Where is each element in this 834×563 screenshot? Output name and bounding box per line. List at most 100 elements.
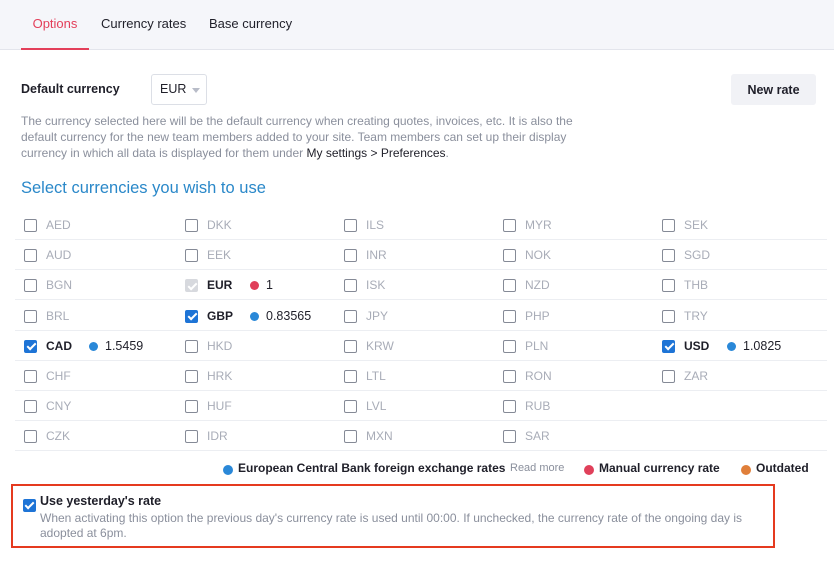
currency-checkbox-hkd[interactable] (185, 339, 198, 353)
currency-checkbox-eek[interactable] (185, 249, 198, 263)
currency-row: AUD EEK INR NOK SGD (15, 240, 827, 271)
currency-checkbox-myr[interactable] (503, 219, 516, 232)
currency-item-cad: CAD 1.5459 (15, 331, 170, 361)
currency-code: SEK (684, 218, 709, 232)
default-currency-description: The currency selected here will be the d… (21, 113, 611, 161)
tab-base-currency[interactable]: Base currency (209, 0, 292, 50)
currency-checkbox-mxn[interactable] (344, 430, 357, 444)
manual-dot-icon (584, 465, 594, 475)
currency-checkbox-pln[interactable] (503, 339, 516, 353)
currency-item-hkd: HKD (176, 331, 331, 361)
currency-checkbox-sgd[interactable] (662, 249, 675, 263)
currency-checkbox-bgn[interactable] (24, 279, 37, 293)
currency-checkbox-isk[interactable] (344, 279, 357, 293)
currency-item-nzd: NZD (494, 270, 649, 300)
currency-code: CNY (46, 399, 72, 414)
currency-item-mxn: MXN (335, 421, 490, 451)
currency-code: BGN (46, 278, 73, 293)
currency-item-inr: INR (335, 240, 490, 270)
currency-row: CAD 1.5459 HKD KRW PLN USD 1.0825 (15, 331, 827, 361)
currency-checkbox-ltl[interactable] (344, 370, 357, 383)
currency-item-eur: EUR 1 (176, 270, 331, 300)
currency-row: AED DKK ILS MYR SEK (15, 210, 827, 240)
currency-checkbox-aed[interactable] (24, 219, 37, 232)
currency-code: HUF (207, 399, 232, 414)
currency-checkbox-usd[interactable] (662, 339, 675, 353)
new-rate-button[interactable]: New rate (731, 74, 816, 105)
currency-code: LTL (366, 369, 386, 383)
currency-code: HKD (207, 338, 233, 353)
tab-options[interactable]: Options (21, 0, 89, 50)
legend-manual-label: Manual currency rate (599, 461, 720, 475)
currency-checkbox-rub[interactable] (503, 400, 516, 414)
ecb-dot-icon (89, 341, 98, 351)
currency-code: RON (525, 369, 552, 383)
currency-checkbox-sar[interactable] (503, 430, 516, 444)
currency-code: AED (46, 218, 71, 232)
currency-code: PHP (525, 308, 550, 323)
currency-code: ILS (366, 218, 385, 232)
currency-item-eek: EEK (176, 240, 331, 270)
my-settings-link[interactable]: My settings > Preferences (306, 146, 445, 160)
currency-item-sgd: SGD (653, 240, 808, 270)
currency-code: USD (684, 338, 710, 353)
currency-item-krw: KRW (335, 331, 490, 361)
currency-code: EEK (207, 248, 232, 263)
yesterday-rate-checkbox[interactable] (23, 499, 36, 512)
currency-code: KRW (366, 338, 394, 353)
currency-checkbox-hrk[interactable] (185, 370, 198, 383)
currency-checkbox-idr[interactable] (185, 430, 198, 444)
currency-checkbox-ron[interactable] (503, 370, 516, 383)
currency-checkbox-inr[interactable] (344, 249, 357, 263)
currency-item-jpy: JPY (335, 301, 490, 331)
currency-checkbox-jpy[interactable] (344, 309, 357, 323)
currency-checkbox-cny[interactable] (24, 400, 37, 414)
outdated-dot-icon (741, 465, 751, 475)
read-more-link[interactable]: Read more (510, 462, 564, 474)
yesterday-rate-description: When activating this option the previous… (40, 511, 743, 540)
currency-code: THB (684, 278, 708, 293)
currency-checkbox-ils[interactable] (344, 219, 357, 232)
currency-item-aud: AUD (15, 240, 170, 270)
currency-checkbox-zar[interactable] (662, 370, 675, 383)
currency-checkbox-nzd[interactable] (503, 279, 516, 293)
currency-code: DKK (207, 218, 232, 232)
currency-code: BRL (46, 308, 70, 323)
tab-currency-rates[interactable]: Currency rates (101, 0, 186, 50)
currency-rate: 1 (266, 278, 273, 293)
currency-row: CNY HUF LVL RUB (15, 391, 827, 422)
default-currency-select[interactable]: EUR (151, 74, 207, 105)
currency-item-sek: SEK (653, 210, 808, 240)
currency-checkbox-chf[interactable] (24, 370, 37, 383)
currency-checkbox-thb[interactable] (662, 279, 675, 293)
currency-code: NZD (525, 278, 550, 293)
currency-item-nok: NOK (494, 240, 649, 270)
currency-checkbox-gbp[interactable] (185, 309, 198, 323)
currency-checkbox-aud[interactable] (24, 249, 37, 263)
ecb-dot-icon (223, 465, 233, 475)
description-text: The currency selected here will be the d… (21, 114, 573, 160)
currency-checkbox-krw[interactable] (344, 339, 357, 353)
currency-checkbox-dkk[interactable] (185, 219, 198, 232)
currency-checkbox-eur (185, 279, 198, 293)
currency-code: SAR (525, 429, 550, 444)
currency-checkbox-czk[interactable] (24, 430, 37, 444)
manual-dot-icon (250, 281, 259, 291)
currency-checkbox-cad[interactable] (24, 339, 37, 353)
currency-checkbox-lvl[interactable] (344, 400, 357, 414)
currency-checkbox-try[interactable] (662, 309, 675, 323)
currency-code: JPY (366, 308, 389, 323)
currency-rate: 1.5459 (105, 338, 144, 353)
currency-code: CAD (46, 338, 72, 353)
currency-item-cny: CNY (15, 391, 170, 421)
currency-checkbox-nok[interactable] (503, 249, 516, 263)
currency-code: NOK (525, 248, 552, 263)
currency-item-lvl: LVL (335, 391, 490, 421)
currency-checkbox-brl[interactable] (24, 309, 37, 323)
currency-code: MYR (525, 218, 552, 232)
currency-checkbox-huf[interactable] (185, 400, 198, 414)
currency-checkbox-php[interactable] (503, 309, 516, 323)
currency-code: CZK (46, 429, 70, 444)
currency-checkbox-sek[interactable] (662, 219, 675, 232)
currency-item-gbp: GBP 0.83565 (176, 301, 331, 331)
